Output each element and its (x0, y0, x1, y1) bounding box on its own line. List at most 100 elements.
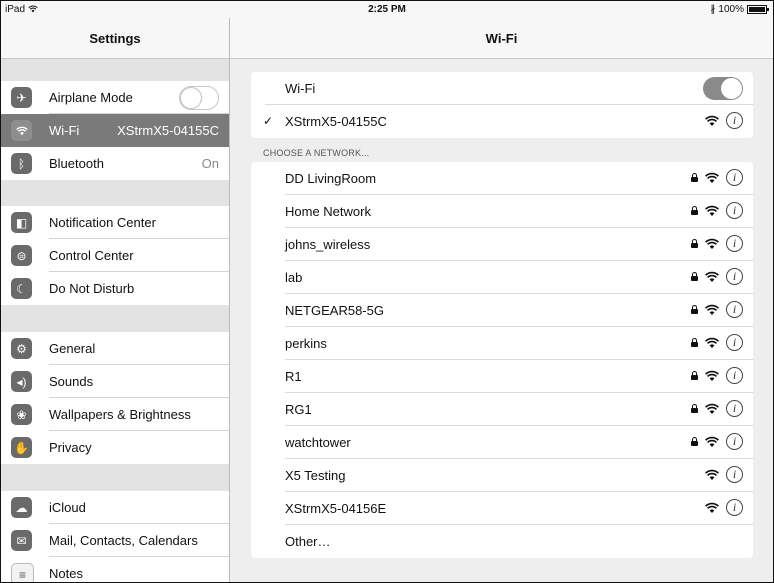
sidebar-item-label: Sounds (49, 374, 94, 389)
info-icon[interactable]: i (726, 499, 743, 516)
network-name: watchtower (285, 435, 351, 450)
sidebar-item-notes[interactable]: ≡ Notes (1, 557, 229, 582)
sidebar-item-wallpapers-brightness[interactable]: ❀ Wallpapers & Brightness (1, 398, 229, 431)
network-row[interactable]: lab i (251, 261, 753, 294)
wifi-signal-icon (705, 115, 719, 126)
network-icons: i (691, 433, 743, 450)
choose-network-label: CHOOSE A NETWORK... (263, 148, 370, 158)
wifi-signal-icon (705, 172, 719, 183)
bluetooth-status-icon: ∦ (710, 4, 716, 15)
network-row[interactable]: watchtower i (251, 426, 753, 459)
network-name: lab (285, 270, 303, 285)
sidebar-item-airplane-mode[interactable]: ✈ Airplane Mode (1, 81, 229, 114)
sidebar-item-mail-contacts-calendars[interactable]: ✉ Mail, Contacts, Calendars (1, 524, 229, 557)
lock-icon (691, 371, 698, 380)
network-row[interactable]: johns_wireless i (251, 228, 753, 261)
info-icon[interactable]: i (726, 112, 743, 129)
network-icons: i (691, 202, 743, 219)
other-network-row[interactable]: Other… (251, 525, 753, 558)
wifi-signal-icon (705, 436, 719, 447)
network-icons: i (691, 334, 743, 351)
network-row[interactable]: XStrmX5-04156E i (251, 492, 753, 525)
bluetooth-icon: ᛒ (11, 153, 32, 174)
sidebar-item-general[interactable]: ⚙ General (1, 332, 229, 365)
wifi-signal-icon (705, 469, 719, 480)
network-icons: i (691, 268, 743, 285)
network-name: johns_wireless (285, 237, 371, 252)
airplane-icon: ✈ (11, 87, 32, 108)
network-icons: i (691, 400, 743, 417)
sidebar-item-label: Privacy (49, 440, 92, 455)
status-right: ∦ 100% (710, 4, 769, 15)
network-row[interactable]: NETGEAR58-5G i (251, 294, 753, 327)
network-icons: i (691, 301, 743, 318)
sidebar-item-notification-center[interactable]: ◧ Notification Center (1, 206, 229, 239)
privacy-hand-icon: ✋ (11, 437, 32, 458)
wifi-signal-icon (705, 205, 719, 216)
sidebar-item-bluetooth[interactable]: ᛒ Bluetooth On (1, 147, 229, 180)
network-name: perkins (285, 336, 327, 351)
airplane-mode-toggle[interactable] (179, 86, 219, 110)
settings-group-accounts: ☁ iCloud ✉ Mail, Contacts, Calendars ≡ N… (1, 491, 229, 582)
network-name: XStrmX5-04155C (285, 114, 387, 129)
info-icon[interactable]: i (726, 466, 743, 483)
sidebar-item-do-not-disturb[interactable]: ☾ Do Not Disturb (1, 272, 229, 305)
wifi-icon (11, 120, 32, 141)
network-icons: i (691, 169, 743, 186)
network-row[interactable]: perkins i (251, 327, 753, 360)
network-icons: i (705, 499, 743, 516)
network-row[interactable]: R1 i (251, 360, 753, 393)
network-name: X5 Testing (285, 468, 346, 483)
wifi-signal-icon (705, 337, 719, 348)
group-spacer (1, 464, 229, 491)
lock-icon (691, 239, 698, 248)
sidebar-item-label: Bluetooth (49, 156, 104, 171)
network-row[interactable]: DD LivingRoom i (251, 162, 753, 195)
network-list: DD LivingRoom i Home Network i johns_wirel… (251, 162, 753, 558)
wifi-status-card: Wi-Fi ✓ XStrmX5-04155C i (251, 72, 753, 138)
sidebar-item-sounds[interactable]: ◂) Sounds (1, 365, 229, 398)
wifi-signal-icon (705, 238, 719, 249)
sidebar-item-value: On (201, 156, 219, 171)
sidebar-item-wifi[interactable]: Wi-Fi XStrmX5-04155C (1, 114, 229, 147)
info-icon[interactable]: i (726, 334, 743, 351)
info-icon[interactable]: i (726, 301, 743, 318)
network-icons: i (705, 112, 743, 129)
network-name: RG1 (285, 402, 312, 417)
sidebar-item-icloud[interactable]: ☁ iCloud (1, 491, 229, 524)
lock-icon (691, 206, 698, 215)
sidebar-item-value: XStrmX5-04155C (117, 123, 219, 138)
info-icon[interactable]: i (726, 400, 743, 417)
info-icon[interactable]: i (726, 268, 743, 285)
page-title: Wi-Fi (230, 18, 773, 59)
info-icon[interactable]: i (726, 235, 743, 252)
sidebar-item-privacy[interactable]: ✋ Privacy (1, 431, 229, 464)
sidebar-item-label: Mail, Contacts, Calendars (49, 533, 198, 548)
network-name: R1 (285, 369, 302, 384)
lock-icon (691, 173, 698, 182)
other-network-label: Other… (285, 534, 331, 549)
ipad-screen: iPad 2:25 PM ∦ 100% Settings ✈ Airplane … (0, 0, 774, 583)
wifi-toggle-label: Wi-Fi (285, 81, 316, 96)
status-bar: iPad 2:25 PM ∦ 100% (1, 1, 773, 18)
connected-network-row[interactable]: ✓ XStrmX5-04155C i (251, 105, 753, 138)
wallpaper-icon: ❀ (11, 404, 32, 425)
sidebar-item-label: General (49, 341, 96, 356)
checkmark-icon: ✓ (263, 114, 274, 128)
sidebar-item-label: Notes (49, 566, 83, 581)
info-icon[interactable]: i (726, 169, 743, 186)
network-row[interactable]: Home Network i (251, 195, 753, 228)
network-name: XStrmX5-04156E (285, 501, 387, 516)
info-icon[interactable]: i (726, 433, 743, 450)
network-row[interactable]: RG1 i (251, 393, 753, 426)
sidebar-item-control-center[interactable]: ⊜ Control Center (1, 239, 229, 272)
network-row[interactable]: X5 Testing i (251, 459, 753, 492)
info-icon[interactable]: i (726, 367, 743, 384)
sidebar-item-label: Notification Center (49, 215, 156, 230)
wifi-toggle[interactable] (703, 77, 743, 100)
lock-icon (691, 305, 698, 314)
group-spacer (1, 180, 229, 206)
info-icon[interactable]: i (726, 202, 743, 219)
sidebar-item-label: Control Center (49, 248, 134, 263)
wifi-toggle-row: Wi-Fi (251, 72, 753, 105)
